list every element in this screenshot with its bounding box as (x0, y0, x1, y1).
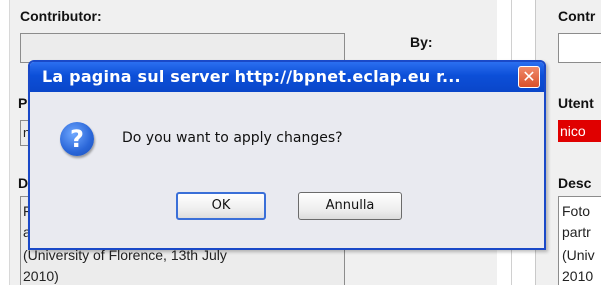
right-contributor-label: Contr (558, 8, 596, 24)
right-contributor-field[interactable] (558, 33, 601, 63)
d-label-fragment: D (18, 175, 29, 191)
right-description-field[interactable]: Foto partr (Univ 2010 (558, 196, 601, 285)
ok-button[interactable]: OK (176, 192, 266, 220)
confirm-dialog: La pagina sul server http://bpnet.eclap.… (28, 60, 546, 250)
right-user-label: Utent (558, 95, 594, 111)
right-description-line3: (Univ (562, 247, 595, 263)
description-line4: 2010) (23, 268, 59, 284)
contributor-label: Contributor: (20, 8, 102, 24)
right-description-label: Desc (558, 175, 592, 191)
cancel-button[interactable]: Annulla (298, 192, 402, 220)
by-label: By: (410, 34, 433, 50)
dialog-message: Do you want to apply changes? (122, 130, 343, 146)
dialog-title: La pagina sul server http://bpnet.eclap.… (42, 67, 461, 86)
right-description-line2: partr (562, 224, 591, 240)
p-label-fragment: P (18, 95, 28, 111)
close-icon[interactable]: ✕ (518, 66, 540, 88)
question-icon: ? (60, 122, 94, 156)
right-description-line4: 2010 (562, 268, 594, 284)
right-user-field[interactable]: nico (558, 120, 601, 142)
contributor-field[interactable] (20, 33, 345, 63)
dialog-titlebar[interactable]: La pagina sul server http://bpnet.eclap.… (30, 62, 544, 92)
right-description-line1: Foto (562, 203, 591, 219)
